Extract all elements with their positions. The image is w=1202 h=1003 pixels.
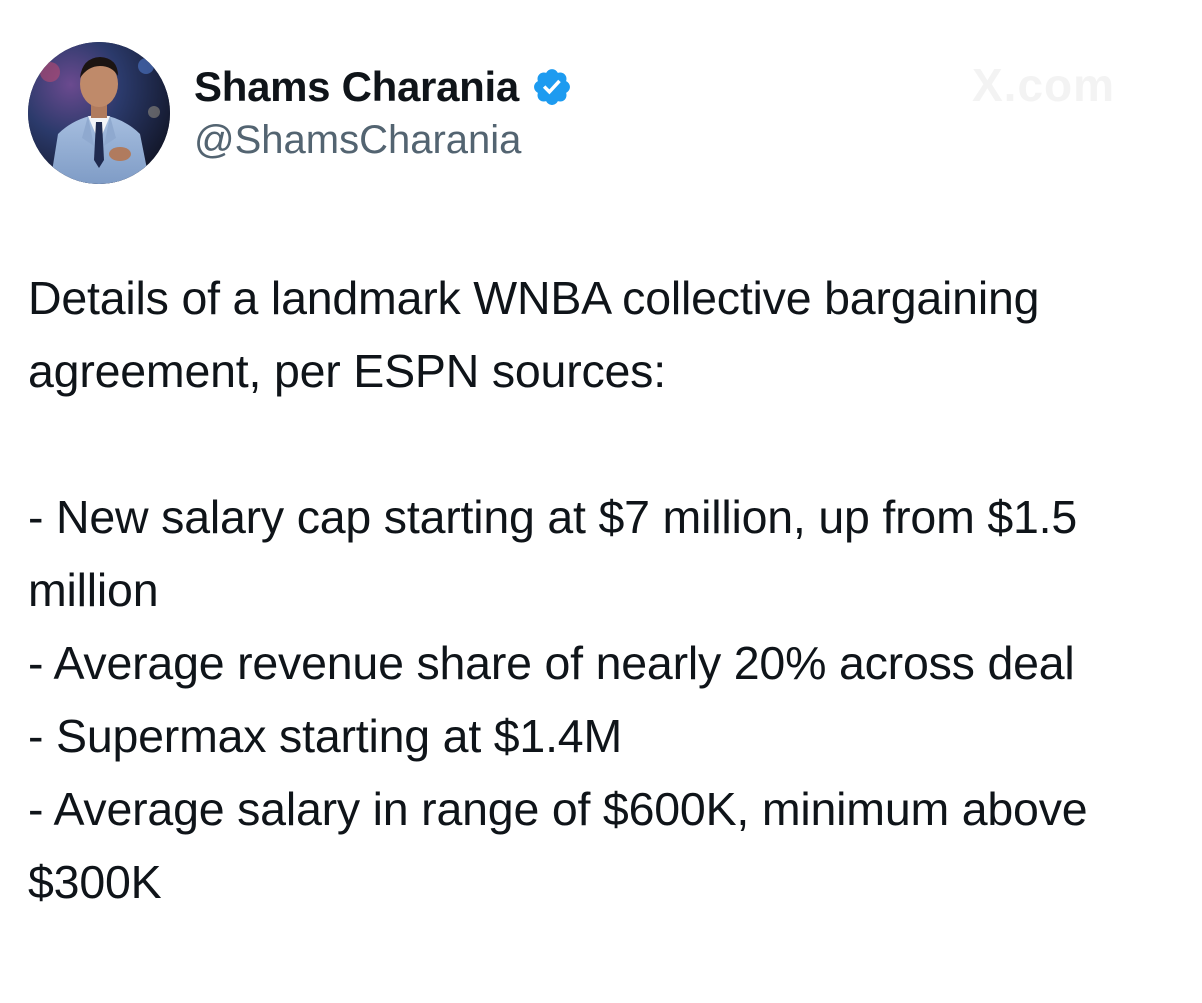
tweet-bullet: - Average revenue share of nearly 20% ac… — [28, 637, 1075, 689]
avatar[interactable] — [28, 42, 170, 184]
tweet-header: Shams Charania @ShamsCharania — [28, 42, 573, 184]
avatar-image — [28, 42, 170, 184]
tweet-bullet: - Average salary in range of $600K, mini… — [28, 783, 1088, 908]
author-names: Shams Charania @ShamsCharania — [194, 42, 573, 184]
display-name-row: Shams Charania — [194, 61, 573, 113]
tweet-text: Details of a landmark WNBA collective ba… — [28, 262, 1178, 919]
tweet-card: Shams Charania @ShamsCharania X.com Deta… — [0, 0, 1202, 1003]
tweet-bullet: - New salary cap starting at $7 million,… — [28, 491, 1078, 616]
tweet-intro: Details of a landmark WNBA collective ba… — [28, 272, 1040, 397]
watermark: X.com — [972, 59, 1116, 111]
verified-badge-icon — [531, 66, 573, 108]
tweet-bullet: - Supermax starting at $1.4M — [28, 710, 622, 762]
author-display-name[interactable]: Shams Charania — [194, 61, 519, 113]
author-handle[interactable]: @ShamsCharania — [194, 115, 573, 165]
